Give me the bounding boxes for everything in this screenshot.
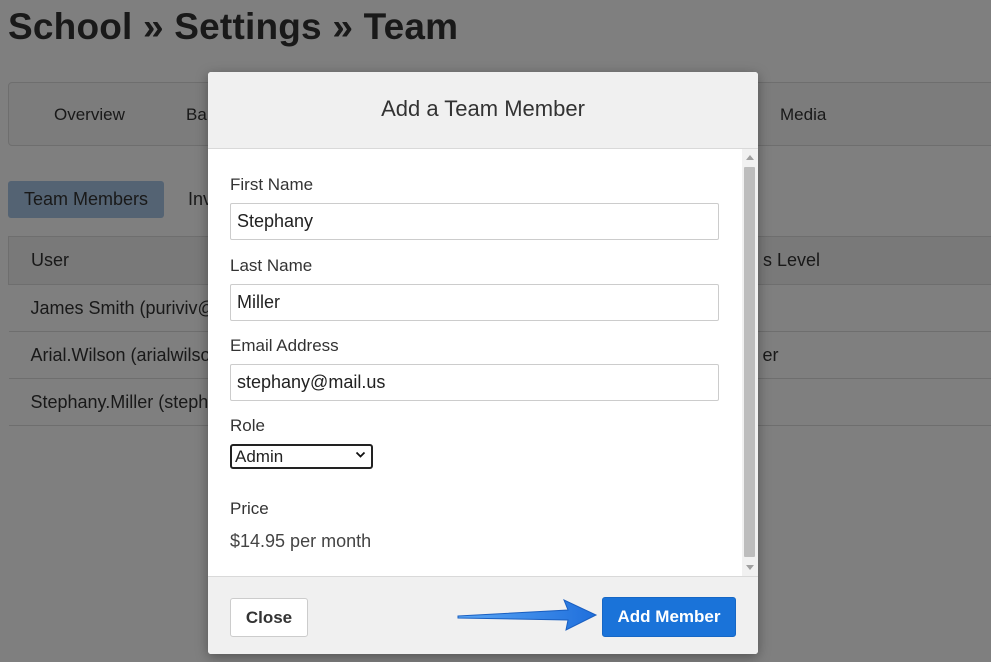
add-member-button[interactable]: Add Member: [602, 597, 736, 637]
price-label: Price: [230, 499, 269, 518]
modal-footer: Close Add Member: [208, 576, 758, 654]
last-name-field[interactable]: [230, 284, 719, 321]
scrollbar-thumb[interactable]: [744, 167, 755, 557]
add-team-member-modal: Add a Team Member First Name Last Name E…: [208, 72, 758, 654]
email-field[interactable]: [230, 364, 719, 401]
role-select-value: Admin: [235, 447, 284, 466]
modal-header: Add a Team Member: [208, 72, 758, 149]
modal-title: Add a Team Member: [381, 96, 585, 121]
first-name-label: First Name: [230, 175, 314, 194]
last-name-label: Last Name: [230, 256, 313, 275]
close-button[interactable]: Close: [230, 598, 308, 637]
email-label: Email Address: [230, 336, 339, 355]
scroll-up-arrow-icon[interactable]: [746, 155, 754, 160]
modal-body[interactable]: First Name Last Name Email Address Role …: [208, 149, 758, 576]
scroll-down-arrow-icon[interactable]: [746, 565, 754, 570]
chevron-down-icon: [355, 451, 366, 458]
modal-scrollbar[interactable]: [742, 149, 758, 576]
price-value: $14.95 per month: [230, 531, 372, 551]
role-label: Role: [230, 416, 265, 435]
role-select[interactable]: Admin: [230, 444, 373, 469]
first-name-field[interactable]: [230, 203, 719, 240]
